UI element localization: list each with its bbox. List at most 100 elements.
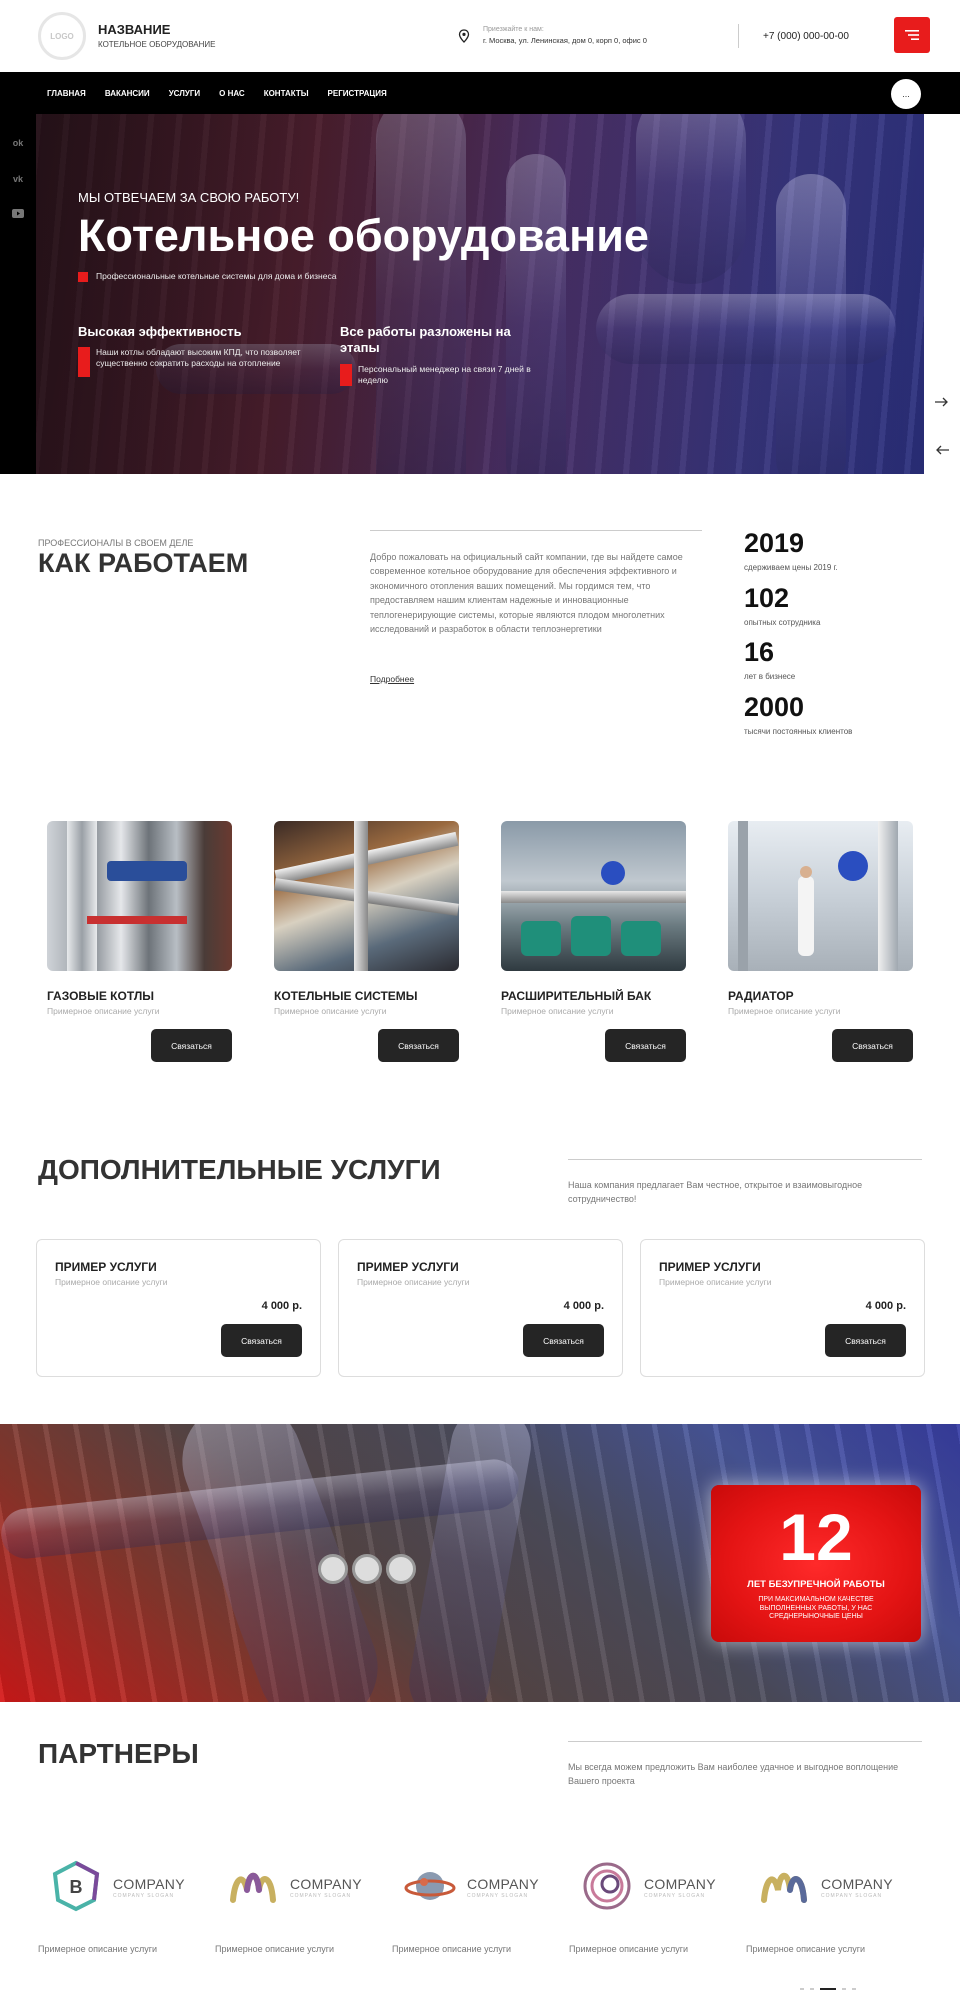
pressure-gauge-icon xyxy=(352,1554,382,1584)
partner-slogan: COMPANY SLOGAN xyxy=(467,1893,529,1899)
product-title: РАСШИРИТЕЛЬНЫЙ БАК xyxy=(501,989,652,1003)
service-desc: Примерное описание услуги xyxy=(659,1277,772,1287)
service-desc: Примерное описание услуги xyxy=(357,1277,470,1287)
contact-button[interactable]: Связаться xyxy=(378,1029,459,1062)
arrow-right-icon xyxy=(935,397,948,407)
contact-button[interactable]: Связаться xyxy=(825,1324,906,1357)
contact-button[interactable]: Связаться xyxy=(221,1324,302,1357)
stat-value: 102 xyxy=(744,583,790,613)
service-title: ПРИМЕР УСЛУГИ xyxy=(357,1260,459,1274)
hero-tagline: МЫ ОТВЕЧАЕМ ЗА СВОЮ РАБОТУ! xyxy=(78,190,300,205)
nav-item-registration[interactable]: РЕГИСТРАЦИЯ xyxy=(328,89,387,98)
stat-value: 2019 xyxy=(744,528,805,558)
service-card: ПРИМЕР УСЛУГИ Примерное описание услуги … xyxy=(640,1239,925,1377)
nav-item-vacancies[interactable]: ВАКАНСИИ xyxy=(105,89,150,98)
pagination-dot[interactable] xyxy=(800,1988,804,1990)
pagination-dot-active[interactable] xyxy=(820,1988,836,1990)
partner-desc: Примерное описание услуги xyxy=(746,1944,866,1954)
how-text: Добро пожаловать на официальный сайт ком… xyxy=(370,552,683,635)
partner-desc: Примерное описание услуги xyxy=(569,1944,689,1954)
social-sidebar: ok vk xyxy=(0,114,36,474)
nav-item-home[interactable]: ГЛАВНАЯ xyxy=(47,89,86,98)
nav-item-services[interactable]: УСЛУГИ xyxy=(169,89,200,98)
arrow-left-icon xyxy=(936,445,949,455)
service-price: 4 000 р. xyxy=(563,1300,604,1312)
partner-name: COMPANY xyxy=(113,1876,185,1892)
service-desc: Примерное описание услуги xyxy=(55,1277,168,1287)
nav-more-button[interactable]: ... xyxy=(891,79,921,109)
youtube-icon[interactable] xyxy=(0,209,36,220)
how-title: КАК РАБОТАЕМ xyxy=(38,548,249,578)
contact-button[interactable]: Связаться xyxy=(151,1029,232,1062)
vk-icon[interactable]: vk xyxy=(0,174,36,184)
badge-number: 12 xyxy=(779,1500,853,1574)
product-image-radiator xyxy=(728,821,913,971)
partner-desc: Примерное описание услуги xyxy=(392,1944,512,1954)
service-title: ПРИМЕР УСЛУГИ xyxy=(55,1260,157,1274)
partner-slogan: COMPANY SLOGAN xyxy=(113,1893,175,1899)
partner-logo[interactable]: COMPANY COMPANY SLOGAN xyxy=(581,1860,729,1912)
b-shield-logo-icon: B xyxy=(52,1860,100,1912)
stat-label: лет в бизнесе xyxy=(744,672,796,681)
stat-label: сдерживаем цены 2019 г. xyxy=(744,563,838,572)
pagination-dot[interactable] xyxy=(852,1988,856,1990)
nav-item-contacts[interactable]: КОНТАКТЫ xyxy=(264,89,309,98)
partner-name: COMPANY xyxy=(821,1876,893,1892)
logo[interactable]: LOGO xyxy=(38,12,86,60)
logo-text: LOGO xyxy=(50,31,74,41)
feature-title: Высокая эффективность xyxy=(78,324,242,339)
product-desc: Примерное описание услуги xyxy=(501,1006,614,1016)
menu-icon xyxy=(905,30,919,40)
pressure-gauge-icon xyxy=(318,1554,348,1584)
service-price: 4 000 р. xyxy=(261,1300,302,1312)
stat-value: 2000 xyxy=(744,692,805,722)
product-image-boiler-systems xyxy=(274,821,459,971)
menu-button[interactable] xyxy=(894,17,930,53)
experience-badge: 12 ЛЕТ БЕЗУПРЕЧНОЙ РАБОТЫ ПРИ МАКСИМАЛЬН… xyxy=(711,1485,921,1642)
partner-logo[interactable]: COMPANY COMPANY SLOGAN xyxy=(227,1860,375,1912)
site-header: LOGO НАЗВАНИЕ КОТЕЛЬНОЕ ОБОРУДОВАНИЕ При… xyxy=(0,0,960,72)
contact-button[interactable]: Связаться xyxy=(832,1029,913,1062)
planet-splash-logo-icon xyxy=(404,1872,456,1900)
header-divider xyxy=(738,24,739,48)
nav-item-about[interactable]: О НАС xyxy=(219,89,245,98)
hero-subtitle-marker xyxy=(78,272,88,282)
partner-logo[interactable]: COMPANY COMPANY SLOGAN xyxy=(404,1860,552,1912)
product-image-expansion-tank xyxy=(501,821,686,971)
partners-title: ПАРТНЕРЫ xyxy=(38,1738,199,1769)
contact-button[interactable]: Связаться xyxy=(523,1324,604,1357)
product-image-gas-boilers xyxy=(47,821,232,971)
additional-services-text: Наша компания предлагает Вам честное, от… xyxy=(568,1180,863,1205)
address-label: Приезжайте к нам: xyxy=(483,26,544,33)
partners-text: Мы всегда можем предложить Вам наиболее … xyxy=(568,1762,899,1787)
feature-marker xyxy=(78,347,90,377)
hero-subtitle: Профессиональные котельные системы для д… xyxy=(96,271,337,281)
service-title: ПРИМЕР УСЛУГИ xyxy=(659,1260,761,1274)
hero-section: МЫ ОТВЕЧАЕМ ЗА СВОЮ РАБОТУ! Котельное об… xyxy=(36,114,924,474)
partner-name: COMPANY xyxy=(290,1876,362,1892)
pagination-dot[interactable] xyxy=(810,1988,814,1990)
odnoklassniki-icon[interactable]: ok xyxy=(0,138,36,148)
product-desc: Примерное описание услуги xyxy=(728,1006,841,1016)
service-card: ПРИМЕР УСЛУГИ Примерное описание услуги … xyxy=(36,1239,321,1377)
partner-logo[interactable]: COMPANY COMPANY SLOGAN xyxy=(758,1860,906,1912)
partner-name: COMPANY xyxy=(644,1876,716,1892)
partner-logo[interactable]: B COMPANY COMPANY SLOGAN xyxy=(50,1860,198,1912)
additional-services-title: ДОПОЛНИТЕЛЬНЫЕ УСЛУГИ xyxy=(38,1154,441,1185)
feature-title: Все работы разложены на этапы xyxy=(340,324,511,355)
phone-link[interactable]: +7 (000) 000-00-00 xyxy=(763,31,849,42)
partner-desc: Примерное описание услуги xyxy=(215,1944,335,1954)
partner-slogan: COMPANY SLOGAN xyxy=(290,1893,352,1899)
hero-slider-controls xyxy=(924,378,960,474)
pagination-dot[interactable] xyxy=(842,1988,846,1990)
more-link[interactable]: Подробнее xyxy=(370,674,414,684)
next-slide-button[interactable] xyxy=(924,378,960,426)
section-divider xyxy=(568,1159,922,1160)
prev-slide-button[interactable] xyxy=(924,426,960,474)
product-title: КОТЕЛЬНЫЕ СИСТЕМЫ xyxy=(274,989,418,1003)
contact-button[interactable]: Связаться xyxy=(605,1029,686,1062)
badge-title: ЛЕТ БЕЗУПРЕЧНОЙ РАБОТЫ xyxy=(747,1579,885,1590)
stat-label: тысячи постоянных клиентов xyxy=(744,727,853,736)
brand-name: НАЗВАНИЕ xyxy=(98,22,171,37)
feature-text: Наши котлы обладают высоким КПД, что поз… xyxy=(96,347,301,368)
